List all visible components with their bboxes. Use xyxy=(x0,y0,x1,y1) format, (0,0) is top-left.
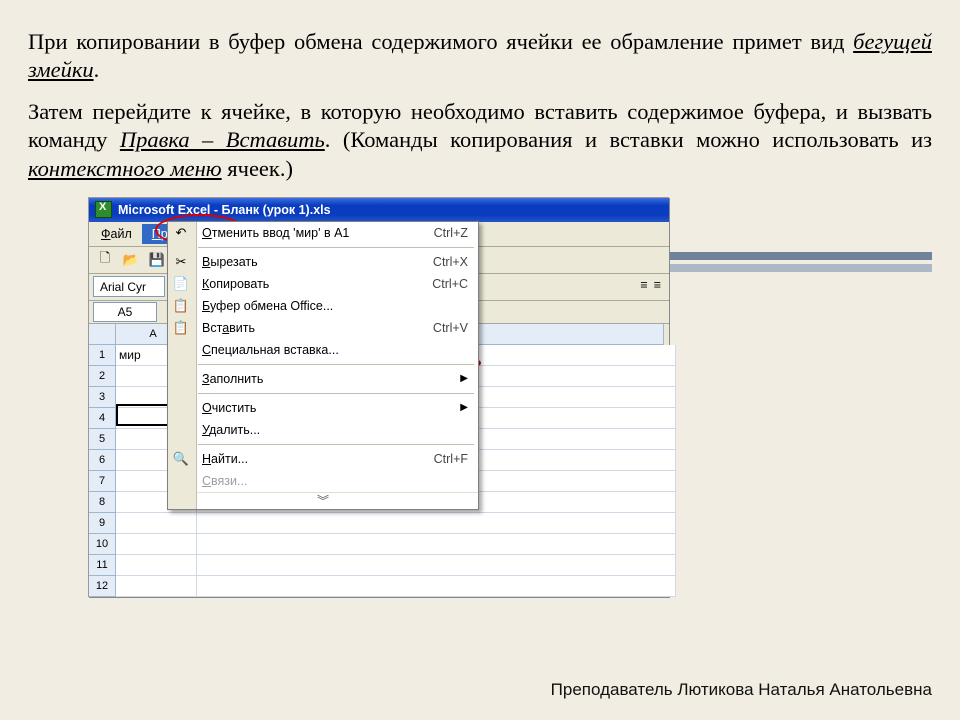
paragraph-1: При копировании в буфер обмена содержимо… xyxy=(28,28,932,84)
align-left-icon[interactable]: ≡ xyxy=(640,278,647,292)
edit-menu-dropdown: ↶ Отменить ввод 'мир' в A1 Ctrl+Z ✂ Вырезать… xyxy=(167,221,479,510)
submenu-arrow-icon: ▶ xyxy=(460,402,468,413)
slide: При копировании в буфер обмена содержимо… xyxy=(0,0,960,720)
row-header[interactable]: 12 xyxy=(89,576,116,597)
shortcut: Ctrl+F xyxy=(434,452,468,466)
text-emph: контекстного меню xyxy=(28,156,222,181)
row-header[interactable]: 2 xyxy=(89,366,116,387)
window-title: Microsoft Excel - Бланк (урок 1).xls xyxy=(118,203,331,217)
menu-item[interactable]: Удалить... xyxy=(168,419,478,441)
cell[interactable] xyxy=(197,534,676,555)
menu-separator xyxy=(198,444,474,445)
menu-item[interactable]: ✂ Вырезать Ctrl+X xyxy=(168,251,478,273)
menu-item[interactable]: 📋 Буфер обмена Office... xyxy=(168,295,478,317)
menu-item[interactable]: 🔍 Найти... Ctrl+F xyxy=(168,448,478,470)
menu-label: Вырезать xyxy=(202,255,258,269)
menu-label: Вставить xyxy=(202,321,255,335)
decor-bar xyxy=(652,264,932,272)
row-header[interactable]: 1 xyxy=(89,345,116,366)
cell[interactable] xyxy=(116,534,197,555)
excel-icon xyxy=(95,201,112,218)
text: . xyxy=(94,57,100,82)
cell[interactable] xyxy=(197,555,676,576)
menu-item-Файл[interactable]: Файл xyxy=(91,224,142,244)
menu-icon: 📋 xyxy=(172,319,190,337)
paragraph-2: Затем перейдите к ячейке, в которую необ… xyxy=(28,98,932,182)
text: При копировании в буфер обмена содержимо… xyxy=(28,29,853,54)
new-icon[interactable]: 🗋 xyxy=(93,248,117,272)
row-header[interactable]: 8 xyxy=(89,492,116,513)
menu-item[interactable]: ↶ Отменить ввод 'мир' в A1 Ctrl+Z xyxy=(168,222,478,244)
menu-separator xyxy=(198,364,474,365)
menu-label: Заполнить xyxy=(202,372,263,386)
select-all-corner[interactable] xyxy=(89,324,116,345)
menu-separator xyxy=(198,393,474,394)
menu-icon: 🔍 xyxy=(172,450,190,468)
menu-item[interactable]: Специальная вставка... xyxy=(168,339,478,361)
menu-item: Связи... xyxy=(168,470,478,492)
shortcut: Ctrl+V xyxy=(433,321,468,335)
menu-icon: 📄 xyxy=(172,275,190,293)
row-header[interactable]: 11 xyxy=(89,555,116,576)
expand-chevron-icon[interactable]: ︾ xyxy=(168,492,478,509)
menu-label: Отменить ввод 'мир' в A1 xyxy=(202,226,349,240)
excel-screenshot: Microsoft Excel - Бланк (урок 1).xls Фай… xyxy=(88,197,669,597)
font-combo[interactable]: Arial Cyr xyxy=(93,276,165,297)
cell[interactable] xyxy=(197,576,676,597)
decor-bar xyxy=(652,252,932,260)
menu-icon: 📋 xyxy=(172,297,190,315)
row-header[interactable]: 7 xyxy=(89,471,116,492)
open-icon[interactable]: 📂 xyxy=(119,248,143,272)
menu-label: Связи... xyxy=(202,474,247,488)
menu-separator xyxy=(198,247,474,248)
menu-item[interactable]: 📄 Копировать Ctrl+C xyxy=(168,273,478,295)
row-header[interactable]: 9 xyxy=(89,513,116,534)
decor-bars xyxy=(652,252,932,276)
menu-label: Удалить... xyxy=(202,423,260,437)
menu-icon: ✂ xyxy=(172,253,190,271)
row-header[interactable]: 3 xyxy=(89,387,116,408)
menu-item[interactable]: Заполнить ▶ xyxy=(168,368,478,390)
menu-label: Специальная вставка... xyxy=(202,343,339,357)
titlebar: Microsoft Excel - Бланк (урок 1).xls xyxy=(89,198,669,222)
text: ячеек.) xyxy=(222,156,293,181)
text-emph: Правка – Вставить xyxy=(120,127,325,152)
submenu-arrow-icon: ▶ xyxy=(460,373,468,384)
menu-label: Очистить xyxy=(202,401,256,415)
save-icon[interactable]: 💾 xyxy=(145,248,169,272)
cell[interactable] xyxy=(116,513,197,534)
row-header[interactable]: 10 xyxy=(89,534,116,555)
menu-label: Найти... xyxy=(202,452,248,466)
menu-label: Буфер обмена Office... xyxy=(202,299,333,313)
shortcut: Ctrl+X xyxy=(433,255,468,269)
menu-label: Копировать xyxy=(202,277,269,291)
row-header[interactable]: 4 xyxy=(89,408,116,429)
cell[interactable] xyxy=(116,576,197,597)
row-headers: 123456789101112 xyxy=(89,324,116,597)
row-header[interactable]: 6 xyxy=(89,450,116,471)
cell[interactable] xyxy=(116,555,197,576)
shortcut: Ctrl+C xyxy=(432,277,468,291)
slide-footer: Преподаватель Лютикова Наталья Анатольев… xyxy=(551,680,932,704)
text: . (Команды копирования и вставки можно и… xyxy=(325,127,932,152)
name-box[interactable]: A5 xyxy=(93,302,157,322)
row-header[interactable]: 5 xyxy=(89,429,116,450)
menu-icon: ↶ xyxy=(172,224,190,242)
menu-item[interactable]: Очистить ▶ xyxy=(168,397,478,419)
cell-ref: A5 xyxy=(118,305,133,319)
shortcut: Ctrl+Z xyxy=(434,226,468,240)
cell[interactable] xyxy=(197,513,676,534)
menu-item[interactable]: 📋 Вставить Ctrl+V xyxy=(168,317,478,339)
font-name: Arial Cyr xyxy=(100,280,146,294)
align-center-icon[interactable]: ≡ xyxy=(654,278,661,292)
